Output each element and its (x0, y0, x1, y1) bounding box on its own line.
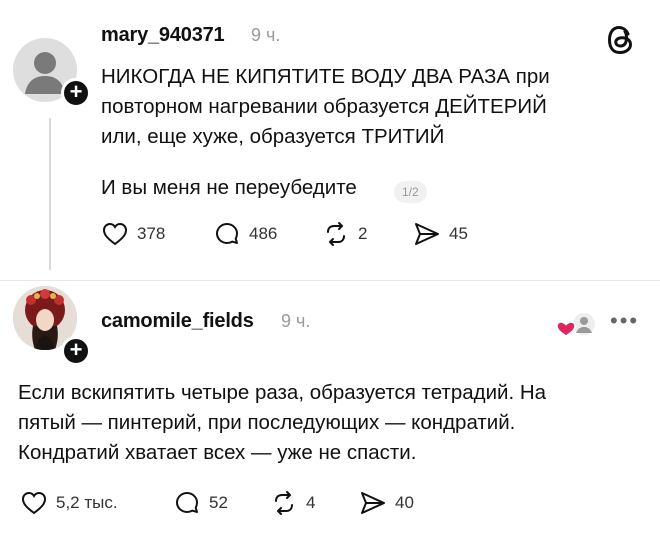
reply-count: 486 (249, 224, 278, 243)
more-options-icon[interactable]: ••• (610, 310, 639, 332)
like-button[interactable]: 378 (101, 218, 165, 250)
repost-button[interactable]: 4 (270, 487, 315, 519)
follow-plus-icon[interactable]: + (61, 78, 91, 108)
share-count: 45 (449, 224, 468, 243)
like-count: 5,2 тыс. (56, 493, 118, 512)
username[interactable]: camomile_fields (101, 310, 254, 333)
heart-icon (102, 222, 128, 246)
post-divider (0, 280, 660, 281)
comment-icon (176, 492, 198, 513)
repost-button[interactable]: 2 (322, 218, 367, 250)
share-count: 40 (395, 493, 414, 512)
page-indicator: 1/2 (394, 181, 427, 203)
repost-count: 2 (358, 224, 368, 243)
share-button[interactable]: 45 (413, 218, 468, 250)
like-button[interactable]: 5,2 тыс. (20, 487, 118, 519)
post-text: НИКОГДА НЕ КИПЯТИТЕ ВОДУ ДВА РАЗА при по… (101, 65, 550, 148)
like-count: 378 (137, 224, 166, 243)
reply-button[interactable]: 486 (213, 218, 277, 250)
post-text: Если вскипятить четыре раза, образуется … (18, 381, 547, 464)
comment-icon (216, 223, 238, 244)
repost-count: 4 (306, 493, 316, 512)
heart-icon (21, 491, 47, 515)
reply-count: 52 (209, 493, 228, 512)
username[interactable]: mary_940371 (101, 24, 225, 47)
post-time: 9 ч. (251, 25, 281, 45)
liked-by-author-icon (556, 311, 597, 337)
repost-icon (275, 491, 293, 515)
threads-logo-icon[interactable] (606, 24, 636, 56)
follow-plus-icon[interactable]: + (61, 336, 91, 366)
reply-button[interactable]: 52 (173, 487, 228, 519)
send-icon (415, 223, 439, 245)
send-icon (361, 492, 385, 514)
post-time: 9 ч. (281, 311, 311, 331)
repost-icon (327, 222, 345, 246)
post-text-continued: И вы меня не переубедите (101, 176, 357, 199)
thread-connector-line (49, 118, 51, 270)
share-button[interactable]: 40 (359, 487, 414, 519)
